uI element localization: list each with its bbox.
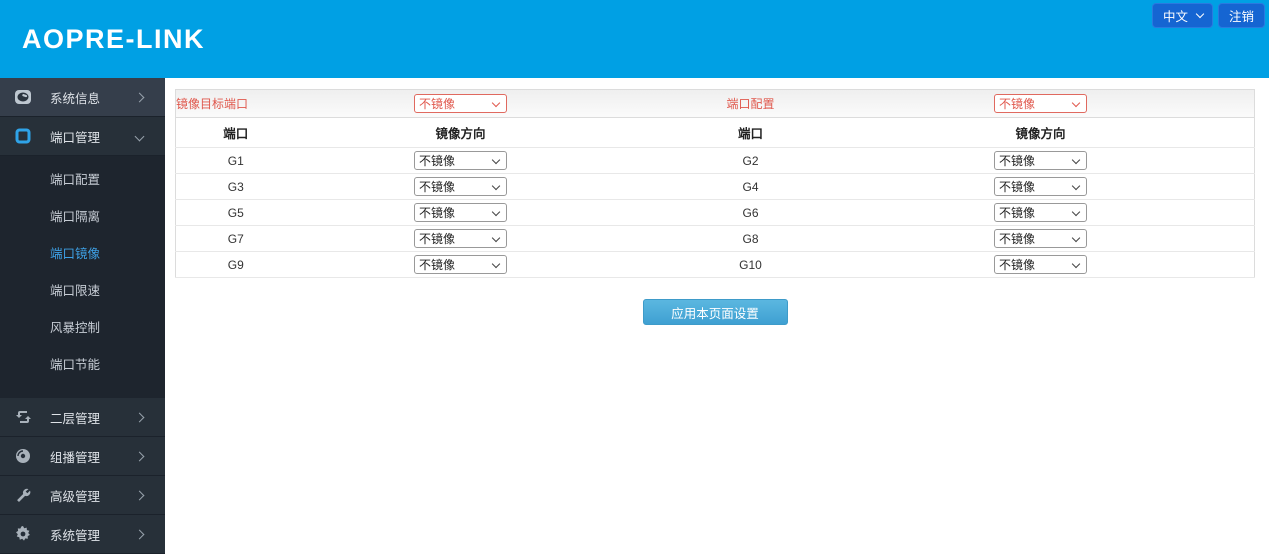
- mirror-direction-select-wrap: 不镜像: [994, 229, 1087, 248]
- mirror-direction-select-g8[interactable]: 不镜像: [994, 229, 1087, 248]
- chevron-right-icon: [134, 451, 145, 461]
- gear-icon: [13, 526, 33, 542]
- chevron-right-icon: [134, 92, 145, 102]
- table-row: G5 不镜像 G6 不镜像: [175, 199, 1255, 226]
- apply-button[interactable]: 应用本页面设置: [642, 299, 788, 325]
- port-icon: [13, 128, 33, 144]
- disc-icon: [13, 448, 33, 464]
- language-select-value: 中文: [1162, 10, 1188, 24]
- table-row: G9 不镜像 G10 不镜像: [175, 251, 1255, 278]
- sidebar-item-layer2-management[interactable]: 二层管理: [0, 398, 165, 437]
- chevron-right-icon: [134, 412, 145, 422]
- chevron-down-icon: [1195, 9, 1205, 19]
- table-row: G7 不镜像 G8 不镜像: [175, 225, 1255, 252]
- port-column-header: 端口: [625, 117, 876, 148]
- sidebar-item-multicast-management[interactable]: 组播管理: [0, 437, 165, 476]
- mirror-direction-select-wrap: 不镜像: [414, 255, 507, 274]
- mirror-direction-select-g3[interactable]: 不镜像: [414, 177, 507, 196]
- mirror-direction-select-g9[interactable]: 不镜像: [414, 255, 507, 274]
- mirror-direction-select-g4[interactable]: 不镜像: [994, 177, 1087, 196]
- chevron-down-icon: [134, 131, 145, 141]
- port-label: G1: [175, 147, 296, 174]
- sidebar: 系统信息 端口管理 端口配置 端口隔离 端口镜像 端口限速 风暴控制 端口节能 …: [0, 78, 165, 554]
- mirror-target-label: 镜像目标端口: [175, 89, 296, 118]
- sidebar-item-port-energy-saving[interactable]: 端口节能: [0, 347, 165, 384]
- port-mirror-table: 镜像目标端口 不镜像 端口配置 不镜像 端口 镜像方向 端口 镜像方向 G1 不…: [175, 89, 1255, 278]
- mirror-direction-select-wrap: 不镜像: [414, 203, 507, 222]
- port-label: G5: [175, 199, 296, 226]
- chevron-right-icon: [134, 529, 145, 539]
- sidebar-item-system-management[interactable]: 系统管理: [0, 515, 165, 554]
- mirror-direction-select-wrap: 不镜像: [414, 151, 507, 170]
- header-bar: AOPRE-LINK 中文 注销: [0, 0, 1269, 78]
- monitor-icon: [13, 89, 33, 105]
- port-config-select[interactable]: 不镜像: [994, 94, 1087, 113]
- sidebar-item-label: 端口管理: [50, 130, 101, 145]
- language-select[interactable]: 中文: [1151, 3, 1213, 28]
- sidebar-item-port-management[interactable]: 端口管理: [0, 117, 165, 156]
- mirror-direction-select-wrap: 不镜像: [414, 229, 507, 248]
- mirror-direction-column-header: 镜像方向: [295, 117, 626, 148]
- port-label: G3: [175, 173, 296, 200]
- wrench-icon: [13, 487, 33, 503]
- logout-button[interactable]: 注销: [1217, 3, 1265, 28]
- brand-logo: AOPRE-LINK: [22, 24, 205, 54]
- apply-button-area: 应用本页面设置: [175, 299, 1255, 325]
- mirror-direction-select-g6[interactable]: 不镜像: [994, 203, 1087, 222]
- mirror-direction-select-wrap: 不镜像: [994, 151, 1087, 170]
- main-content: 镜像目标端口 不镜像 端口配置 不镜像 端口 镜像方向 端口 镜像方向 G1 不…: [165, 78, 1269, 543]
- sidebar-item-system-info[interactable]: 系统信息: [0, 78, 165, 117]
- sidebar-item-advanced-management[interactable]: 高级管理: [0, 476, 165, 515]
- sidebar-item-port-isolation[interactable]: 端口隔离: [0, 199, 165, 236]
- mirror-direction-select-wrap: 不镜像: [994, 177, 1087, 196]
- mirror-target-select[interactable]: 不镜像: [414, 94, 507, 113]
- sidebar-item-label: 组播管理: [50, 450, 101, 465]
- port-label: G9: [175, 251, 296, 278]
- port-label: G2: [625, 147, 876, 174]
- header-actions: 中文 注销: [1151, 3, 1265, 28]
- port-config-select-wrap: 不镜像: [994, 94, 1087, 113]
- sidebar-item-label: 系统信息: [50, 91, 101, 106]
- mirror-direction-column-header: 镜像方向: [875, 117, 1206, 148]
- table-header-row: 端口 镜像方向 端口 镜像方向: [175, 117, 1255, 148]
- sidebar-item-label: 二层管理: [50, 411, 101, 426]
- port-label: G10: [625, 251, 876, 278]
- table-row: G1 不镜像 G2 不镜像: [175, 147, 1255, 174]
- sidebar-item-label: 高级管理: [50, 489, 101, 504]
- mirror-direction-select-g1[interactable]: 不镜像: [414, 151, 507, 170]
- mirror-config-row: 镜像目标端口 不镜像 端口配置 不镜像: [175, 89, 1255, 118]
- sidebar-item-storm-control[interactable]: 风暴控制: [0, 310, 165, 347]
- sidebar-item-port-mirror[interactable]: 端口镜像: [0, 236, 165, 273]
- port-label: G6: [625, 199, 876, 226]
- table-row: G3 不镜像 G4 不镜像: [175, 173, 1255, 200]
- sidebar-item-port-rate-limit[interactable]: 端口限速: [0, 273, 165, 310]
- port-config-label: 端口配置: [625, 89, 876, 118]
- mirror-direction-select-wrap: 不镜像: [994, 203, 1087, 222]
- mirror-direction-select-wrap: 不镜像: [414, 177, 507, 196]
- sidebar-item-label: 系统管理: [50, 528, 101, 543]
- port-management-submenu: 端口配置 端口隔离 端口镜像 端口限速 风暴控制 端口节能: [0, 156, 165, 398]
- port-label: G8: [625, 225, 876, 252]
- chevron-right-icon: [134, 490, 145, 500]
- loop-arrows-icon: [13, 409, 33, 425]
- port-label: G4: [625, 173, 876, 200]
- sidebar-item-port-config[interactable]: 端口配置: [0, 162, 165, 199]
- mirror-direction-select-wrap: 不镜像: [994, 255, 1087, 274]
- port-column-header: 端口: [175, 117, 296, 148]
- mirror-direction-select-g10[interactable]: 不镜像: [994, 255, 1087, 274]
- port-label: G7: [175, 225, 296, 252]
- mirror-direction-select-g5[interactable]: 不镜像: [414, 203, 507, 222]
- mirror-target-select-wrap: 不镜像: [414, 94, 507, 113]
- mirror-direction-select-g2[interactable]: 不镜像: [994, 151, 1087, 170]
- mirror-direction-select-g7[interactable]: 不镜像: [414, 229, 507, 248]
